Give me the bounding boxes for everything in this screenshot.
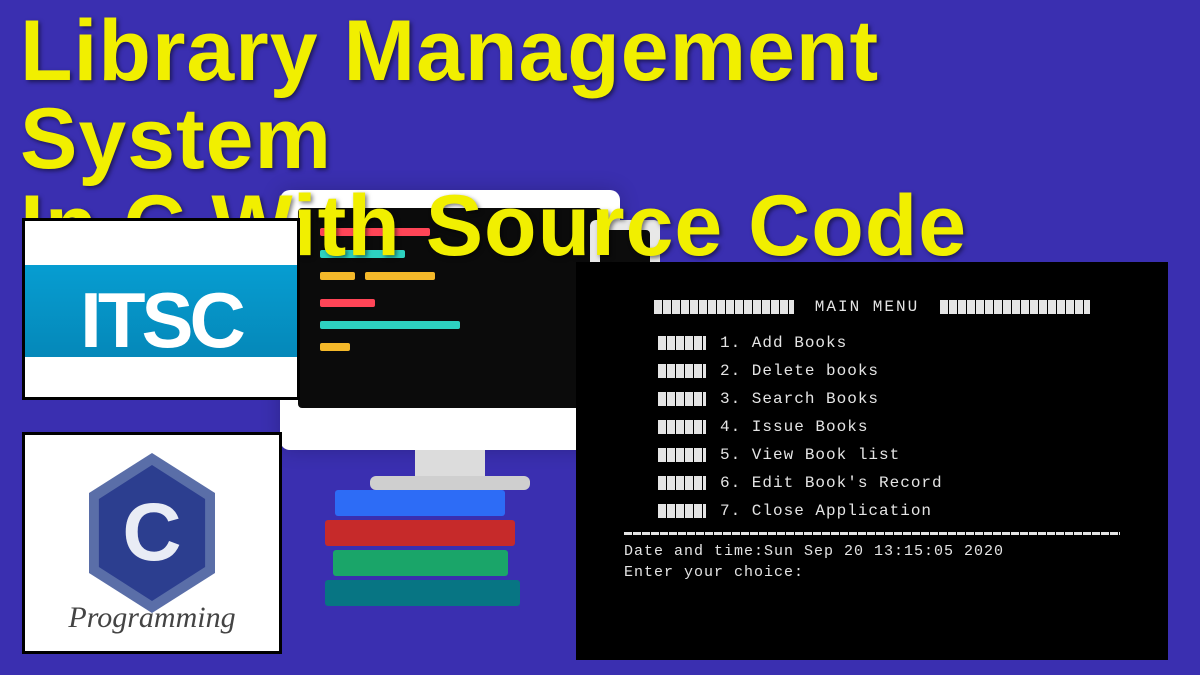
c-hexagon-icon: C — [82, 453, 222, 613]
book — [325, 580, 520, 606]
menu-item-close-application[interactable]: 7. Close Application — [658, 502, 1120, 520]
books-stack-icon — [325, 490, 525, 610]
choice-prompt[interactable]: Enter your choice: — [624, 564, 1120, 581]
c-programming-label: Programming — [25, 601, 279, 635]
menu-item-bar — [658, 448, 706, 462]
menu-item-issue-books[interactable]: 4. Issue Books — [658, 418, 1120, 436]
menu-item-label: 6. Edit Book's Record — [720, 474, 943, 492]
menu-header: MAIN MENU — [624, 298, 1120, 316]
menu-item-delete-books[interactable]: 2. Delete books — [658, 362, 1120, 380]
menu-item-label: 5. View Book list — [720, 446, 900, 464]
menu-item-label: 1. Add Books — [720, 334, 847, 352]
menu-item-add-books[interactable]: 1. Add Books — [658, 334, 1120, 352]
menu-item-edit-book-record[interactable]: 6. Edit Book's Record — [658, 474, 1120, 492]
c-hexagon-inner: C — [93, 465, 211, 601]
menu-item-label: 2. Delete books — [720, 362, 879, 380]
menu-item-bar — [658, 504, 706, 518]
menu-item-label: 4. Issue Books — [720, 418, 868, 436]
menu-title: MAIN MENU — [815, 298, 919, 316]
menu-item-label: 7. Close Application — [720, 502, 932, 520]
c-letter: C — [122, 486, 181, 580]
itsc-logo-card: ITSC — [22, 218, 300, 400]
c-card-bg: C Programming — [25, 435, 279, 651]
book — [333, 550, 508, 576]
title-line-1: Library Management System — [20, 8, 1180, 183]
monitor-base — [370, 476, 530, 490]
menu-item-bar — [658, 364, 706, 378]
book — [325, 520, 515, 546]
datetime-line: Date and time:Sun Sep 20 13:15:05 2020 — [624, 543, 1120, 560]
header-bar-right — [940, 300, 1090, 314]
menu-item-bar — [658, 420, 706, 434]
menu-item-label: 3. Search Books — [720, 390, 879, 408]
header-bar-left — [654, 300, 794, 314]
menu-item-bar — [658, 476, 706, 490]
c-programming-card: C Programming — [22, 432, 282, 654]
menu-item-bar — [658, 336, 706, 350]
menu-item-view-book-list[interactable]: 5. View Book list — [658, 446, 1120, 464]
menu-divider — [624, 532, 1120, 535]
menu-item-bar — [658, 392, 706, 406]
terminal-window: MAIN MENU 1. Add Books 2. Delete books 3… — [576, 262, 1168, 660]
menu-item-search-books[interactable]: 3. Search Books — [658, 390, 1120, 408]
book — [335, 490, 505, 516]
itsc-logo-text: ITSC — [25, 275, 297, 366]
